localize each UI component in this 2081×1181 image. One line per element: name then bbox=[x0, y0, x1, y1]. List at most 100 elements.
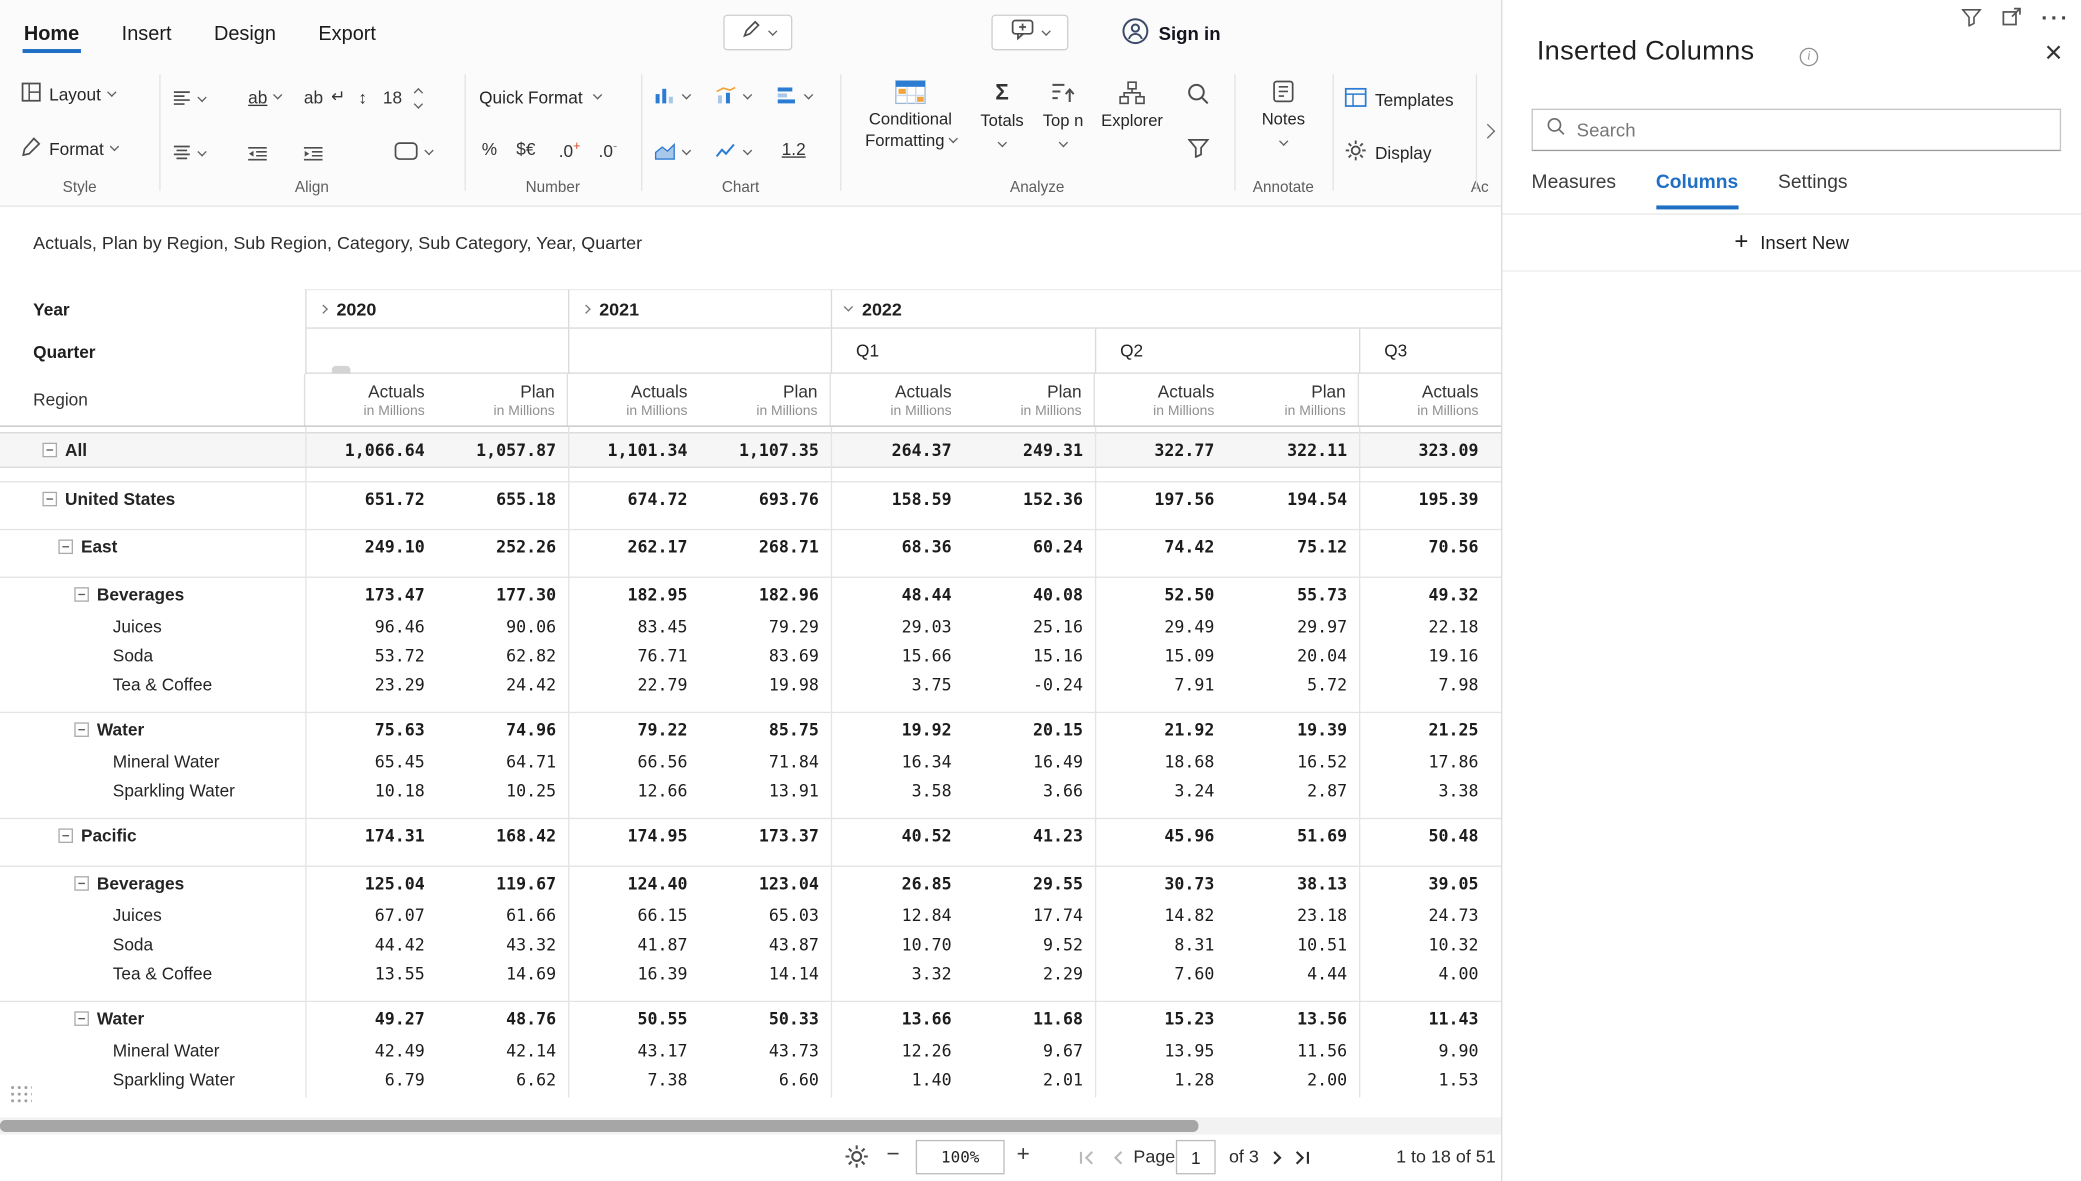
horizontal-scrollbar[interactable] bbox=[0, 1117, 1501, 1134]
page-input[interactable] bbox=[1176, 1140, 1216, 1174]
bar-chart-button[interactable] bbox=[776, 80, 811, 114]
info-icon[interactable]: i bbox=[1800, 48, 1819, 67]
collapse-icon[interactable] bbox=[74, 1011, 89, 1026]
row-label[interactable]: Tea & Coffee bbox=[113, 674, 212, 694]
cell[interactable]: 174.95 bbox=[568, 819, 699, 852]
search-input[interactable] bbox=[1577, 119, 2047, 140]
chevron-right-icon[interactable] bbox=[319, 305, 327, 313]
cell[interactable]: 252.26 bbox=[437, 530, 568, 563]
cell[interactable]: 41.87 bbox=[568, 929, 699, 958]
cell[interactable]: 4.00 bbox=[1359, 958, 1490, 987]
quarter-cell-q2[interactable]: Q2 bbox=[1095, 329, 1359, 374]
cell[interactable]: 2.87 bbox=[1226, 775, 1359, 804]
cell[interactable]: 29.55 bbox=[964, 867, 1095, 900]
cell[interactable]: 29.49 bbox=[1095, 611, 1226, 640]
last-page-button[interactable] bbox=[1293, 1148, 1314, 1167]
cell[interactable]: 1.53 bbox=[1359, 1064, 1490, 1093]
row-label[interactable]: Beverages bbox=[97, 873, 184, 893]
column-header-plan[interactable]: Planin Millions bbox=[437, 374, 568, 426]
cell[interactable]: 53.72 bbox=[305, 640, 436, 669]
cell[interactable]: 14.14 bbox=[699, 958, 830, 987]
cell[interactable]: 2.01 bbox=[964, 1064, 1095, 1093]
quick-format-dropdown[interactable]: Quick Format bbox=[479, 80, 600, 114]
cell[interactable]: 71.84 bbox=[699, 746, 830, 775]
row-label[interactable]: United States bbox=[65, 489, 175, 509]
cell[interactable]: 65.03 bbox=[699, 900, 830, 929]
cell[interactable]: 75.63 bbox=[305, 713, 436, 746]
collapse-icon[interactable] bbox=[74, 722, 89, 737]
chevron-down-icon[interactable] bbox=[844, 303, 852, 311]
cell[interactable]: 75.12 bbox=[1226, 530, 1359, 563]
cell[interactable]: 13.91 bbox=[699, 775, 830, 804]
cell[interactable]: 7.60 bbox=[1095, 958, 1226, 987]
cell[interactable]: 13.95 bbox=[1095, 1035, 1226, 1064]
cell[interactable]: 29.03 bbox=[831, 611, 964, 640]
cell[interactable]: 21.92 bbox=[1095, 713, 1226, 746]
cell[interactable]: 10.51 bbox=[1226, 929, 1359, 958]
stepper-arrows[interactable] bbox=[415, 87, 421, 106]
cell[interactable]: 11.43 bbox=[1359, 1002, 1490, 1035]
more-options-icon[interactable]: ··· bbox=[2041, 13, 2070, 26]
filter-icon[interactable] bbox=[1962, 7, 1982, 32]
year-cell-2021[interactable]: 2021 bbox=[568, 289, 831, 329]
year-cell-2020[interactable]: 2020 bbox=[305, 289, 568, 329]
cell[interactable]: 70.56 bbox=[1359, 530, 1490, 563]
cell[interactable]: 249.31 bbox=[964, 433, 1095, 466]
cell[interactable]: 41.23 bbox=[964, 819, 1095, 852]
cell[interactable]: 19.16 bbox=[1359, 640, 1490, 669]
prev-page-button[interactable] bbox=[1111, 1148, 1132, 1167]
cell[interactable]: 43.87 bbox=[699, 929, 830, 958]
cell[interactable]: 12.66 bbox=[568, 775, 699, 804]
column-chart-button[interactable] bbox=[654, 80, 689, 114]
cell[interactable]: 43.73 bbox=[699, 1035, 830, 1064]
cell[interactable]: 55.73 bbox=[1226, 578, 1359, 611]
cell[interactable]: 50.48 bbox=[1359, 819, 1490, 852]
cell[interactable]: 323.09 bbox=[1359, 433, 1490, 466]
quarter-cell-q1[interactable]: Q1 bbox=[831, 329, 1095, 374]
cell[interactable]: 13.56 bbox=[1226, 1002, 1359, 1035]
cell[interactable]: 177.30 bbox=[437, 578, 568, 611]
cell[interactable]: 268.71 bbox=[699, 530, 830, 563]
format-button[interactable]: Format bbox=[21, 131, 117, 165]
cell[interactable]: 2.00 bbox=[1226, 1064, 1359, 1093]
cell[interactable]: 21.25 bbox=[1359, 713, 1490, 746]
cell[interactable]: 65.45 bbox=[305, 746, 436, 775]
cell[interactable]: 25.16 bbox=[964, 611, 1095, 640]
move-handle-icon[interactable] bbox=[8, 1083, 32, 1104]
cell[interactable]: 39.05 bbox=[1359, 867, 1490, 900]
cell[interactable]: 11.56 bbox=[1226, 1035, 1359, 1064]
cell[interactable]: 13.55 bbox=[305, 958, 436, 987]
cell[interactable]: 173.37 bbox=[699, 819, 830, 852]
next-page-button[interactable] bbox=[1271, 1148, 1292, 1167]
cell[interactable]: 6.62 bbox=[437, 1064, 568, 1093]
notes-button[interactable]: Notes bbox=[1245, 74, 1322, 144]
collapse-icon[interactable] bbox=[58, 539, 73, 554]
cell[interactable]: 19.92 bbox=[831, 713, 964, 746]
quarter-cell-q3[interactable]: Q3 bbox=[1359, 329, 1501, 374]
cell[interactable]: 119.67 bbox=[437, 867, 568, 900]
cell[interactable]: 2.29 bbox=[964, 958, 1095, 987]
cell[interactable]: 9.90 bbox=[1359, 1035, 1490, 1064]
cell[interactable]: 49.32 bbox=[1359, 578, 1490, 611]
cell[interactable]: 96.46 bbox=[305, 611, 436, 640]
cell[interactable]: 48.44 bbox=[831, 578, 964, 611]
cell[interactable]: 3.66 bbox=[964, 775, 1095, 804]
percent-format-button[interactable]: % bbox=[482, 139, 497, 159]
cell[interactable]: 168.42 bbox=[437, 819, 568, 852]
cell[interactable]: 51.69 bbox=[1226, 819, 1359, 852]
increase-decimal-button[interactable]: .0+ bbox=[559, 139, 581, 161]
explorer-button[interactable]: Explorer bbox=[1094, 76, 1171, 132]
cell[interactable]: 76.71 bbox=[568, 640, 699, 669]
cell[interactable]: 8.31 bbox=[1095, 929, 1226, 958]
collapse-icon[interactable] bbox=[42, 443, 57, 458]
cell[interactable]: 15.16 bbox=[964, 640, 1095, 669]
search-icon[interactable] bbox=[1186, 82, 1210, 112]
cell[interactable]: 20.15 bbox=[964, 713, 1095, 746]
cell[interactable]: 322.11 bbox=[1226, 433, 1359, 466]
cell[interactable]: 9.52 bbox=[964, 929, 1095, 958]
collapse-icon[interactable] bbox=[74, 587, 89, 602]
border-style-button[interactable] bbox=[394, 135, 432, 169]
sign-in-button[interactable]: Sign in bbox=[1121, 16, 1220, 50]
row-label[interactable]: Soda bbox=[113, 934, 153, 954]
cell[interactable]: 66.15 bbox=[568, 900, 699, 929]
